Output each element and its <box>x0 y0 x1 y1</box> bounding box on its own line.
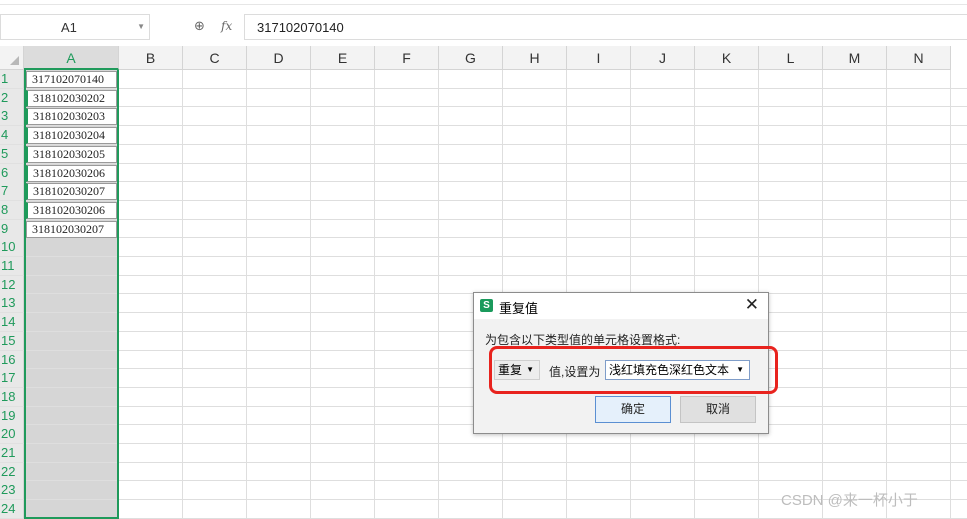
row-header[interactable]: 12 <box>0 275 24 295</box>
column-header-b[interactable]: B <box>119 46 183 70</box>
chevron-down-icon[interactable]: ▼ <box>137 22 145 31</box>
column-header-d[interactable]: D <box>247 46 311 70</box>
row-header[interactable]: 17 <box>0 369 24 389</box>
select-all-corner[interactable] <box>0 46 24 70</box>
dialog-titlebar: S 重复值 ✕ <box>474 293 768 319</box>
zoom-icon[interactable]: ⊕ <box>194 18 205 34</box>
column-gridline <box>310 70 311 519</box>
format-select-value: 浅红填充色深红色文本 <box>609 363 730 377</box>
row-gridline <box>24 87 967 89</box>
column-header-m[interactable]: M <box>823 46 887 70</box>
row-header[interactable]: 5 <box>0 144 24 164</box>
row-header[interactable]: 24 <box>0 500 24 519</box>
row-gridline <box>24 256 967 257</box>
row-gridline <box>24 443 967 444</box>
row-gridline <box>24 274 967 276</box>
close-icon[interactable]: ✕ <box>745 295 759 315</box>
cell-reference: A1 <box>61 20 77 35</box>
watermark: CSDN @来一杯小于 <box>781 492 918 509</box>
row-gridline <box>24 125 967 127</box>
row-gridline <box>24 106 967 108</box>
column-header-h[interactable]: H <box>503 46 567 70</box>
format-select[interactable]: 浅红填充色深红色文本 ▼ <box>605 360 750 380</box>
column-header-a[interactable]: A <box>24 46 119 70</box>
row-header[interactable]: 8 <box>0 200 24 220</box>
chevron-down-icon: ▼ <box>526 365 534 374</box>
toolbar-divider <box>0 4 967 5</box>
row-header[interactable]: 9 <box>0 219 24 239</box>
row-gridline <box>24 218 967 220</box>
column-gridline <box>822 70 823 519</box>
column-header-k[interactable]: K <box>695 46 759 70</box>
column-gridline <box>438 70 439 519</box>
row-gridline <box>24 181 967 183</box>
set-as-label: 值,设置为 <box>549 365 601 379</box>
row-header[interactable]: 7 <box>0 182 24 202</box>
row-header[interactable]: 19 <box>0 406 24 426</box>
row-header[interactable]: 20 <box>0 425 24 445</box>
column-header-e[interactable]: E <box>311 46 375 70</box>
spreadsheet-grid[interactable]: A B C D E F G H I J K L M N 1 2 3 4 5 6 7 8 9 10 11 12 13 14 15 16 17 1… <box>0 46 967 519</box>
selection-border <box>24 70 119 519</box>
row-gridline <box>24 461 967 463</box>
row-gridline <box>24 480 967 482</box>
row-header[interactable]: 22 <box>0 462 24 482</box>
row-header[interactable]: 16 <box>0 350 24 370</box>
column-gridline <box>374 70 375 519</box>
ok-button[interactable]: 确定 <box>595 396 671 423</box>
column-header-g[interactable]: G <box>439 46 503 70</box>
row-header[interactable]: 13 <box>0 294 24 314</box>
column-header-j[interactable]: J <box>631 46 695 70</box>
column-header-c[interactable]: C <box>183 46 247 70</box>
column-header-l[interactable]: L <box>759 46 823 70</box>
fx-icon[interactable]: fx <box>221 19 232 33</box>
row-header[interactable]: 2 <box>0 88 24 108</box>
column-gridline <box>950 70 951 519</box>
type-select-value: 重复 <box>498 363 523 377</box>
duplicate-values-dialog: S 重复值 ✕ 为包含以下类型值的单元格设置格式: 重复 ▼ 值,设置为 浅红填… <box>473 292 778 434</box>
column-gridline <box>886 70 887 519</box>
row-gridline <box>24 162 967 164</box>
app-icon: S <box>480 299 493 312</box>
row-header[interactable]: 6 <box>0 163 24 183</box>
row-header[interactable]: 23 <box>0 481 24 501</box>
column-header-n[interactable]: N <box>887 46 951 70</box>
column-header-i[interactable]: I <box>567 46 631 70</box>
column-header-f[interactable]: F <box>375 46 439 70</box>
formula-bar: A1 ▼ ⊕ fx 317102070140 <box>0 0 967 46</box>
row-header[interactable]: 11 <box>0 257 24 276</box>
cancel-button[interactable]: 取消 <box>680 396 756 423</box>
column-gridline <box>182 70 183 519</box>
formula-value: 317102070140 <box>257 20 344 35</box>
row-header[interactable]: 4 <box>0 126 24 146</box>
row-gridline <box>24 199 967 201</box>
name-box[interactable]: A1 ▼ <box>0 14 150 40</box>
type-select[interactable]: 重复 ▼ <box>494 360 540 380</box>
formula-input[interactable]: 317102070140 <box>244 14 967 40</box>
row-header[interactable]: 18 <box>0 387 24 407</box>
row-header[interactable]: 3 <box>0 107 24 127</box>
dialog-title: 重复值 <box>499 301 539 316</box>
row-gridline <box>24 237 967 239</box>
row-header[interactable]: 10 <box>0 238 24 258</box>
row-header[interactable]: 1 <box>0 70 24 89</box>
row-header[interactable]: 21 <box>0 444 24 463</box>
row-header[interactable]: 15 <box>0 331 24 351</box>
chevron-down-icon: ▼ <box>736 365 744 374</box>
row-gridline <box>24 143 967 145</box>
row-header[interactable]: 14 <box>0 313 24 333</box>
column-gridline <box>246 70 247 519</box>
